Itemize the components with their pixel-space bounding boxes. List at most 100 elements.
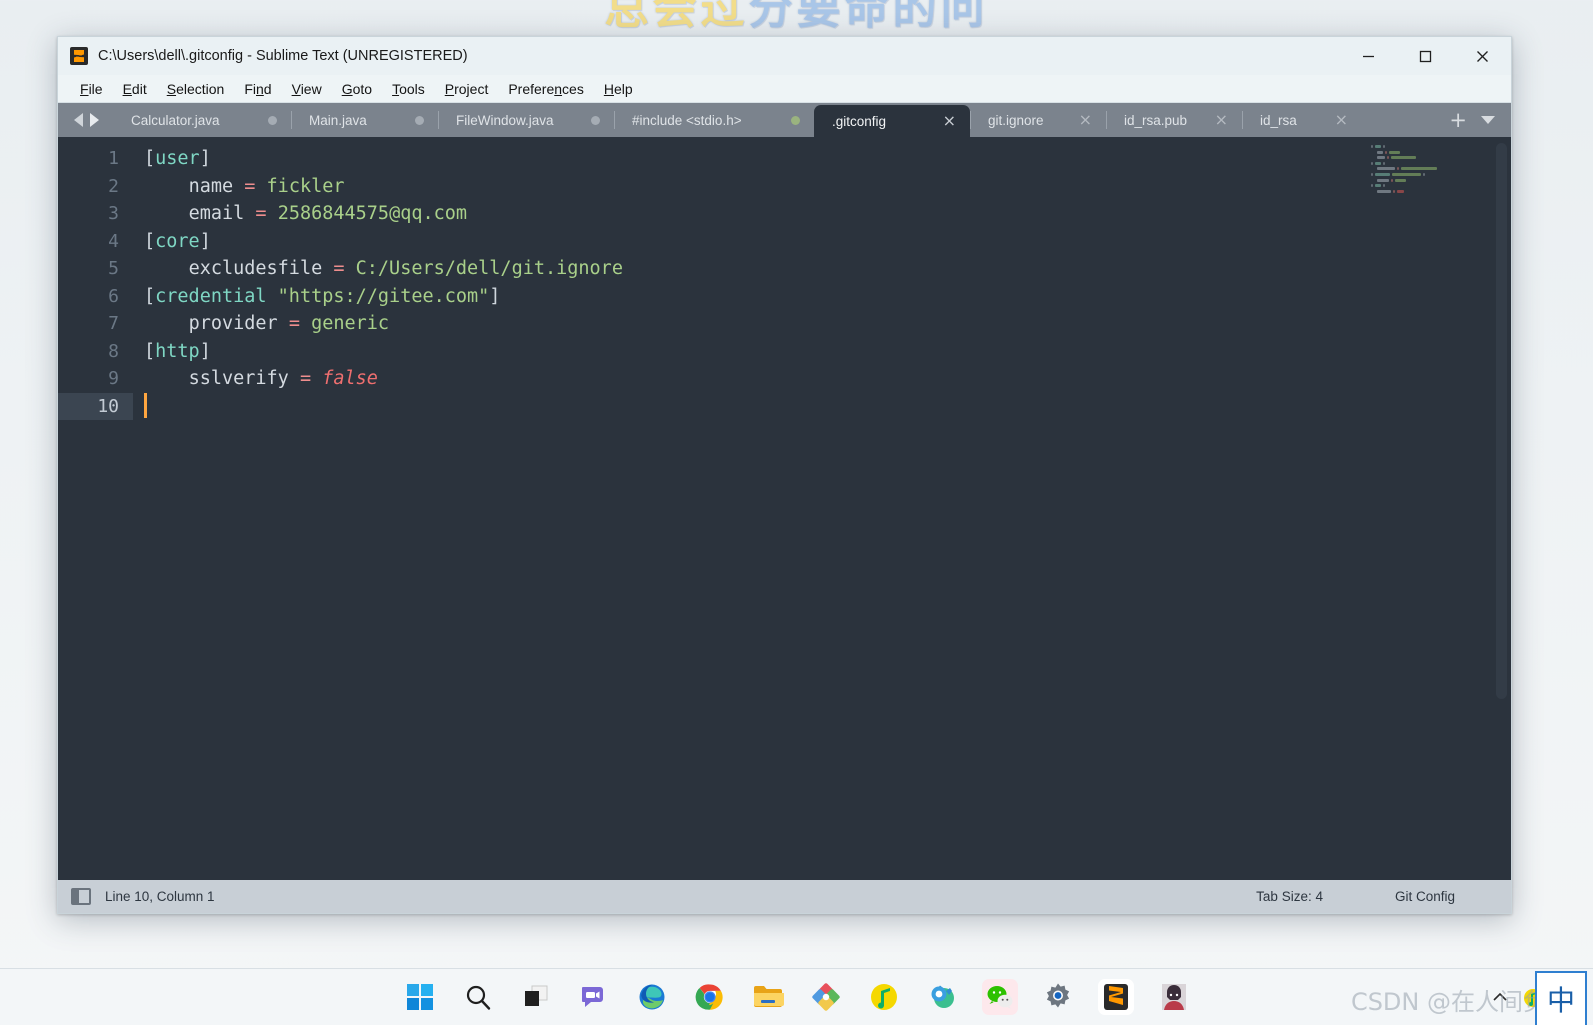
wps-office-icon[interactable] [808,979,844,1015]
microsoft-edge-icon[interactable] [634,979,670,1015]
line-number[interactable]: 2 [58,173,133,201]
cursor-position[interactable]: Line 10, Column 1 [105,889,215,904]
code-line[interactable]: [credential "https://gitee.com"] [144,283,1511,311]
tab-close-icon[interactable]: × [1079,112,1092,128]
menu-item-help[interactable]: Help [594,79,643,99]
code-line[interactable]: sslverify = false [144,365,1511,393]
vertical-scrollbar[interactable] [1496,143,1507,703]
editor-area[interactable]: 1 2 3 4 5 6 7 8 9 10 [user] name = fickler email … [58,137,1511,880]
code-line[interactable] [144,393,1511,421]
ime-indicator[interactable]: 中 [1535,971,1587,1025]
menu-item-view[interactable]: View [282,79,332,99]
tab-label: git.ignore [988,112,1044,128]
user-avatar-icon[interactable] [1156,979,1192,1015]
tab-close-icon[interactable]: × [1335,112,1348,128]
menu-item-tools[interactable]: Tools [382,79,435,99]
tab-modified-dot[interactable] [591,115,600,125]
line-number[interactable]: 4 [58,228,133,256]
microsoft-teams-icon[interactable] [576,979,612,1015]
tab-id-rsa-pub[interactable]: id_rsa.pub × [1106,103,1242,137]
line-number[interactable]: 9 [58,365,133,393]
code-line[interactable]: email = 2586844575@qq.com [144,200,1511,228]
tab-nav [58,103,113,137]
tab-main-java[interactable]: Main.java [291,103,438,137]
line-number[interactable]: 8 [58,338,133,366]
task-view-icon[interactable] [518,979,554,1015]
settings-gear-icon[interactable] [1040,979,1076,1015]
tab-label: id_rsa.pub [1124,112,1188,128]
tab-close-icon[interactable]: × [1215,112,1228,128]
text-cursor [144,393,147,418]
code-line[interactable]: [core] [144,228,1511,256]
line-number[interactable]: 5 [58,255,133,283]
menu-item-file[interactable]: File [70,79,113,99]
tab-separator [438,111,439,129]
window-controls [1340,37,1511,75]
title-bar[interactable]: C:\Users\dell\.gitconfig - Sublime Text … [58,37,1511,75]
arrow-right-icon[interactable] [90,113,99,127]
sublime-text-icon[interactable] [1097,979,1134,1015]
sublime-text-window: C:\Users\dell\.gitconfig - Sublime Text … [57,36,1512,914]
line-number[interactable]: 7 [58,310,133,338]
minimize-icon[interactable] [1340,37,1397,75]
wechat-icon[interactable] [981,979,1018,1015]
menu-item-goto[interactable]: Goto [332,79,382,99]
tab-git-ignore[interactable]: git.ignore × [970,103,1106,137]
tab-calculator-java[interactable]: Calculator.java [113,103,291,137]
tab-modified-dot[interactable] [268,115,277,125]
chevron-down-icon[interactable] [1481,116,1495,124]
menu-item-edit[interactable]: Edit [113,79,157,99]
tab-bar-actions: + [1433,103,1511,137]
menu-item-preferences[interactable]: Preferences [498,79,594,99]
tab-label: .gitconfig [832,113,887,129]
tab-separator [1106,111,1107,129]
code-line[interactable]: [http] [144,338,1511,366]
windows-start-icon[interactable] [402,979,438,1015]
tab-bar: Calculator.java Main.java FileWindow.java #… [58,103,1511,137]
tab-label: Calculator.java [131,112,220,128]
syntax-indicator[interactable]: Git Config [1359,889,1511,904]
scrollbar-thumb[interactable] [1496,143,1507,699]
qq-music-icon[interactable] [866,979,902,1015]
windows-taskbar: CSDN @在人间负债 中 [0,968,1593,1025]
sidebar-toggle-icon[interactable] [71,888,91,905]
maximize-icon[interactable] [1397,37,1454,75]
arrow-left-icon[interactable] [74,113,83,127]
new-tab-button[interactable]: + [1449,109,1467,131]
taskbar-icon-row [402,979,1192,1015]
tab-filewindow-java[interactable]: FileWindow.java [438,103,614,137]
code-line[interactable]: name = fickler [144,173,1511,201]
tab-gitconfig[interactable]: .gitconfig × [814,105,970,137]
code-line[interactable]: excludesfile = C:/Users/dell/git.ignore [144,255,1511,283]
line-number[interactable]: 3 [58,200,133,228]
chevron-up-icon[interactable] [1491,989,1509,1007]
tab-label: #include <stdio.h> [632,112,742,128]
line-number[interactable]: 6 [58,283,133,311]
tab-separator [970,111,971,129]
status-bar-right: Tab Size: 4 Git Config [1220,889,1511,904]
code-line[interactable]: provider = generic [144,310,1511,338]
tab-include-stdio-h[interactable]: #include <stdio.h> [614,103,814,137]
menu-item-project[interactable]: Project [435,79,499,99]
code-content[interactable]: [user] name = fickler email = 2586844575… [144,145,1511,420]
tab-id-rsa[interactable]: id_rsa × [1242,103,1362,137]
line-number[interactable]: 1 [58,145,133,173]
line-number-gutter: 1 2 3 4 5 6 7 8 9 10 [58,137,133,880]
line-number[interactable]: 10 [58,392,133,420]
search-icon[interactable] [460,979,496,1015]
menu-item-selection[interactable]: Selection [157,79,235,99]
file-explorer-icon[interactable] [750,979,786,1015]
code-viewport[interactable]: [user] name = fickler email = 2586844575… [133,137,1511,880]
wallpaper-text: 总会过分要命的问 [0,0,1593,36]
code-line[interactable]: [user] [144,145,1511,173]
tab-close-icon[interactable]: × [943,113,956,129]
menu-item-find[interactable]: Find [234,79,281,99]
close-icon[interactable] [1454,37,1511,75]
tab-modified-dot[interactable] [415,115,424,125]
tab-size-indicator[interactable]: Tab Size: 4 [1220,889,1359,904]
google-chrome-icon[interactable] [692,979,728,1015]
tab-label: Main.java [309,112,367,128]
tab-modified-dot[interactable] [791,115,800,125]
pycharm-tool-icon[interactable] [924,979,960,1015]
tab-separator [614,111,615,129]
